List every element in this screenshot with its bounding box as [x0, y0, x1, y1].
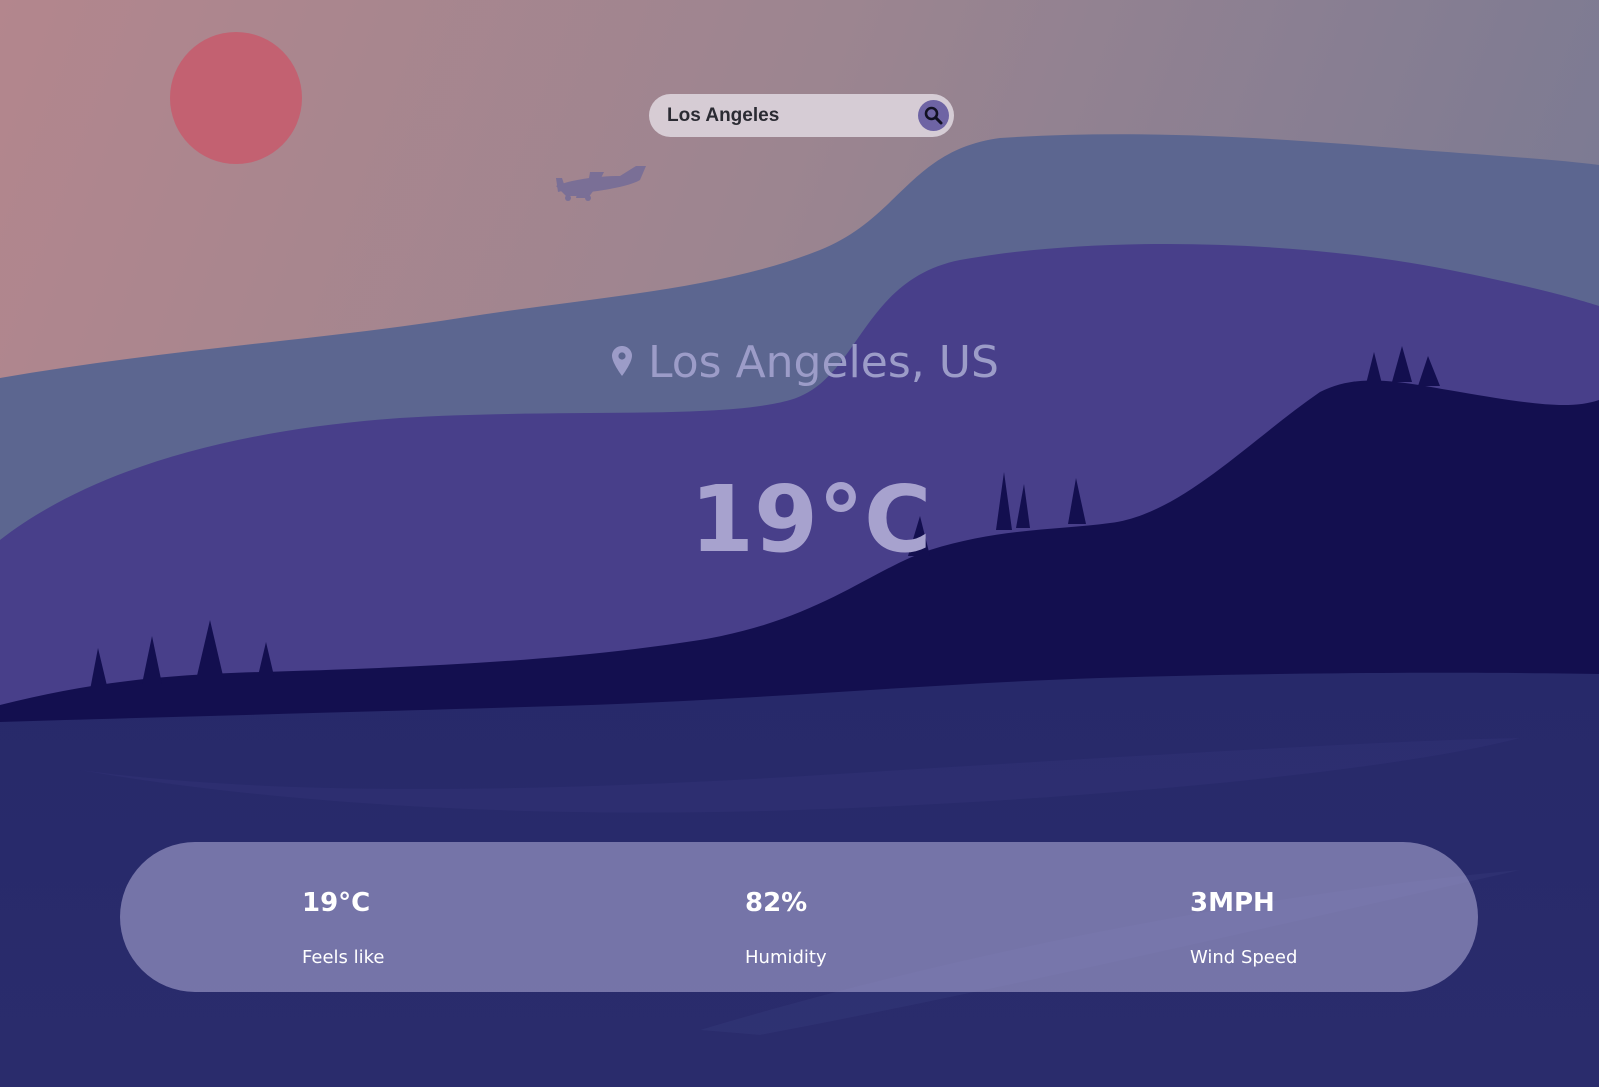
search-icon — [924, 106, 943, 125]
humidity-value: 82% — [745, 888, 808, 918]
location-heading: Los Angeles, US — [600, 328, 1020, 398]
wind-speed-value: 3MPH — [1190, 888, 1275, 918]
humidity-label: Humidity — [745, 947, 827, 968]
weather-stats-panel: 19°C Feels like 82% Humidity 3MPH Wind S… — [120, 842, 1478, 992]
search-button[interactable] — [918, 100, 949, 131]
feels-like-value: 19°C — [302, 888, 371, 918]
weather-app: Los Angeles, US 19°C 19°C Feels like 82%… — [0, 0, 1599, 1087]
current-temperature: 19°C — [690, 466, 932, 573]
stat-humidity: 82% Humidity — [745, 842, 995, 992]
map-pin-icon — [612, 346, 632, 376]
city-name: Los Angeles, US — [648, 337, 999, 388]
stat-wind-speed: 3MPH Wind Speed — [1190, 842, 1440, 992]
search-input[interactable] — [667, 100, 907, 131]
stat-feels-like: 19°C Feels like — [302, 842, 552, 992]
search-bar — [649, 94, 954, 137]
wind-speed-label: Wind Speed — [1190, 947, 1298, 968]
sun — [170, 32, 302, 164]
feels-like-label: Feels like — [302, 947, 385, 968]
